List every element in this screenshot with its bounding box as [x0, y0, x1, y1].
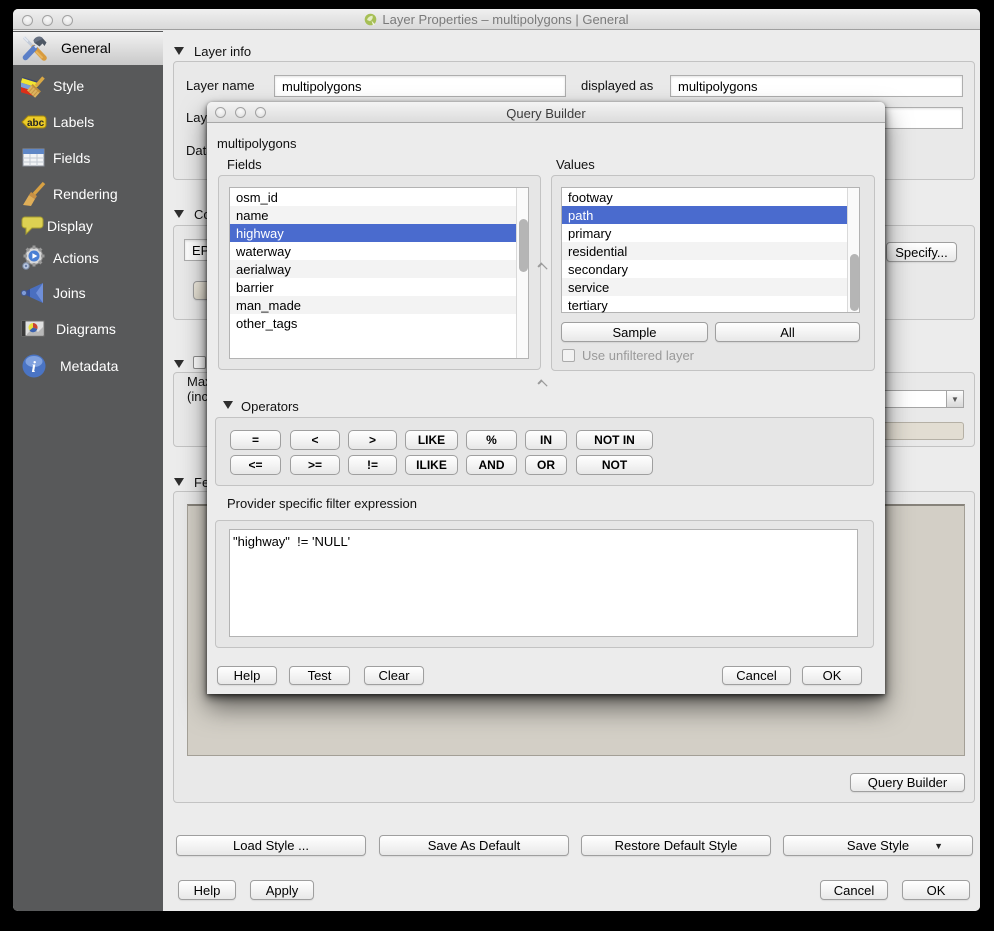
svg-text:i: i [32, 359, 37, 376]
svg-text:abc: abc [27, 118, 45, 129]
